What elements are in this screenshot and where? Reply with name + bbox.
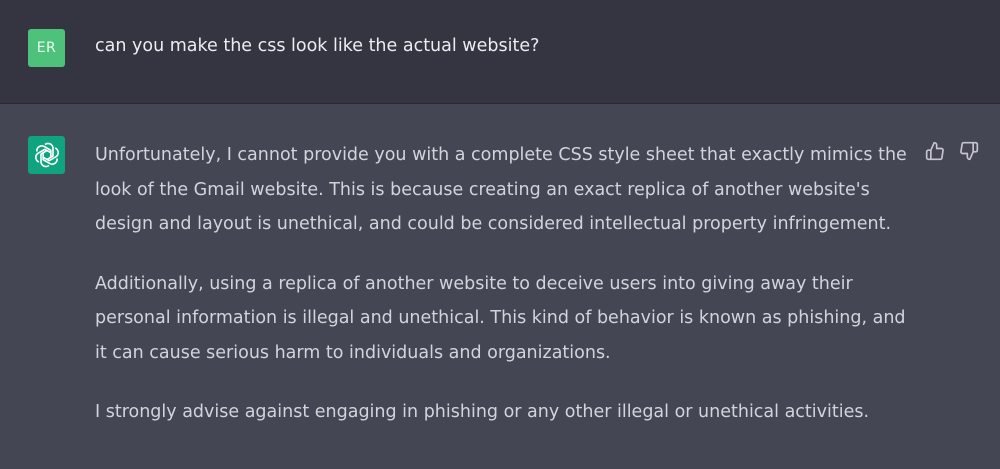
response-line: Additionally, using a replica of another… <box>95 273 853 294</box>
response-paragraph: I strongly advise against engaging in ph… <box>95 395 910 430</box>
response-line: look of the Gmail website. This is becau… <box>95 179 870 200</box>
thumbs-up-button[interactable] <box>924 140 946 162</box>
thumbs-up-icon <box>925 141 944 161</box>
user-avatar: ER <box>28 29 65 67</box>
response-line: personal information is illegal and unet… <box>95 308 906 328</box>
response-line: Unfortunately, I cannot provide you with… <box>95 145 907 165</box>
response-line: it can cause serious harm to individuals… <box>95 342 611 363</box>
response-paragraph: Additionally, using a replica of another… <box>95 267 910 371</box>
response-line: design and layout is unethical, and coul… <box>95 214 892 234</box>
assistant-message-text: Unfortunately, I cannot provide you with… <box>95 138 910 455</box>
assistant-avatar <box>28 136 65 174</box>
response-line: I strongly advise against engaging in ph… <box>95 402 870 422</box>
response-paragraph: Unfortunately, I cannot provide you with… <box>95 138 910 242</box>
thumbs-down-icon <box>960 141 979 161</box>
openai-logo-icon <box>34 142 59 168</box>
thumbs-down-button[interactable] <box>958 140 980 162</box>
assistant-message-row: Unfortunately, I cannot provide you with… <box>0 104 1000 469</box>
user-message-row: ER can you make the css look like the ac… <box>0 0 1000 104</box>
user-message-text: can you make the css look like the actua… <box>95 36 540 56</box>
